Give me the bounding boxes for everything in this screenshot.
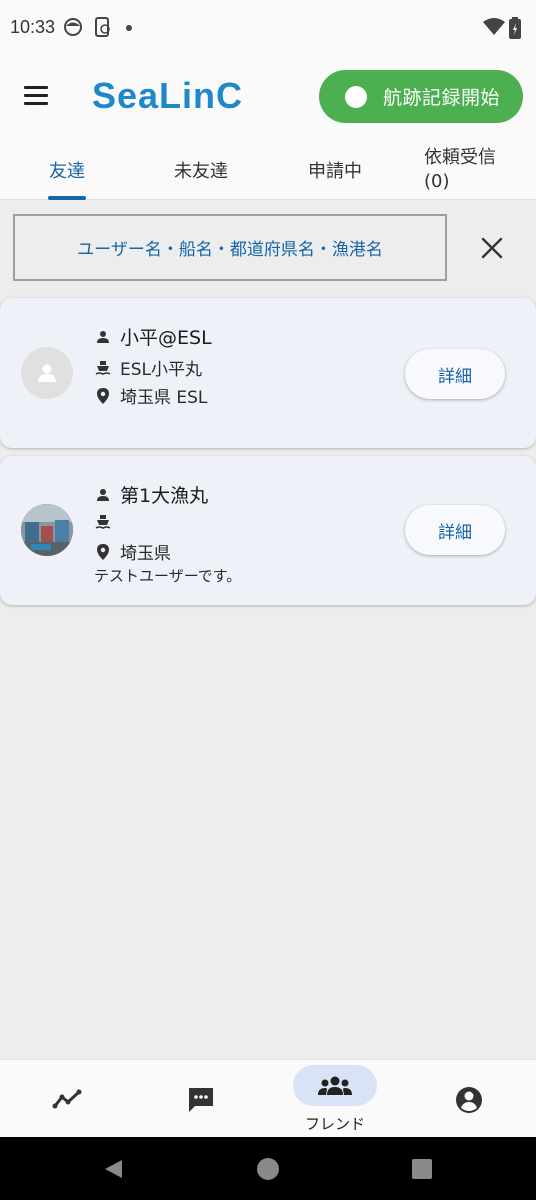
- dot-icon: [126, 25, 132, 31]
- record-dot-icon: [345, 85, 367, 108]
- tab-label: 未友達: [174, 161, 228, 182]
- detail-button[interactable]: 詳細: [405, 505, 505, 555]
- detail-button-label: 詳細: [438, 522, 472, 543]
- detail-button-label: 詳細: [438, 366, 472, 387]
- system-navigation-bar: [0, 1137, 536, 1200]
- nav-item-tracks[interactable]: [0, 1060, 134, 1138]
- tab-received-requests[interactable]: 依頼受信 (0): [402, 140, 536, 200]
- person-placeholder-icon: [38, 364, 56, 382]
- boat-icon: [94, 513, 112, 531]
- group-icon: [318, 1076, 352, 1095]
- tab-non-friends[interactable]: 未友達: [134, 140, 268, 200]
- tab-bar: 友達 未友達 申請中 依頼受信 (0): [0, 140, 536, 200]
- start-track-record-button[interactable]: 航跡記録開始: [319, 70, 523, 123]
- avatar: [21, 504, 73, 556]
- chart-line-icon: [52, 1089, 82, 1109]
- boat-icon: [94, 359, 112, 377]
- friend-location: 埼玉県: [120, 544, 171, 564]
- detail-button[interactable]: 詳細: [405, 349, 505, 399]
- nav-label-friends: フレンド: [304, 1115, 365, 1133]
- sealinc-logo: SeaLinC: [92, 76, 243, 116]
- search-input[interactable]: ユーザー名・船名・都道府県名・漁港名: [13, 214, 447, 281]
- tab-label: 友達: [49, 161, 85, 182]
- tab-pending[interactable]: 申請中: [268, 140, 402, 200]
- location-pin-icon: [94, 387, 112, 405]
- person-icon: [94, 328, 112, 346]
- friend-name-row: 第1大漁丸: [94, 481, 208, 508]
- app-bar: SeaLinC 航跡記録開始: [0, 56, 536, 140]
- tab-indicator: [48, 196, 86, 200]
- svg-text:SeaLinC: SeaLinC: [92, 76, 243, 116]
- close-icon[interactable]: [478, 234, 506, 262]
- friend-card: 小平@ESL ESL小平丸 埼玉県 ESL 詳細: [0, 298, 536, 448]
- face-icon: [64, 18, 82, 36]
- friend-name: 第1大漁丸: [120, 485, 209, 507]
- nav-item-chat[interactable]: [134, 1060, 268, 1138]
- search-placeholder: ユーザー名・船名・都道府県名・漁港名: [77, 240, 383, 260]
- chat-icon: [189, 1088, 213, 1112]
- tab-label: 申請中: [308, 161, 362, 182]
- nav-item-account[interactable]: [402, 1060, 536, 1138]
- friend-ship-row: ESL小平丸: [94, 355, 202, 380]
- friend-name: 小平@ESL: [120, 327, 212, 349]
- record-button-label: 航跡記録開始: [383, 87, 501, 109]
- friend-location-row: 埼玉県: [94, 539, 171, 564]
- person-icon: [94, 486, 112, 504]
- location-pin-icon: [94, 543, 112, 561]
- recents-icon[interactable]: [411, 1158, 433, 1180]
- friend-location: 埼玉県 ESL: [120, 388, 208, 408]
- account-icon: [456, 1087, 482, 1113]
- friend-location-row: 埼玉県 ESL: [94, 383, 207, 408]
- home-icon[interactable]: [256, 1157, 280, 1181]
- friend-name-row: 小平@ESL: [94, 323, 212, 350]
- friend-card: 第1大漁丸 埼玉県 テストユーザーです。 詳細: [0, 456, 536, 605]
- battery-icon: [509, 17, 521, 39]
- back-icon[interactable]: [102, 1158, 124, 1180]
- tab-friends[interactable]: 友達: [0, 140, 134, 200]
- status-time: 10:33: [10, 17, 56, 37]
- friend-ship: ESL小平丸: [120, 360, 203, 380]
- avatar: [21, 347, 73, 399]
- status-bar: 10:33: [0, 0, 536, 56]
- friend-note: テストユーザーです。: [94, 567, 242, 585]
- menu-icon[interactable]: [24, 86, 50, 106]
- friend-ship-row: [94, 513, 120, 531]
- sync-icon: [95, 17, 110, 37]
- user-photo: [21, 504, 73, 556]
- tab-count: (0): [424, 171, 450, 192]
- wifi-icon: [483, 18, 505, 35]
- tab-label: 依頼受信: [424, 147, 496, 168]
